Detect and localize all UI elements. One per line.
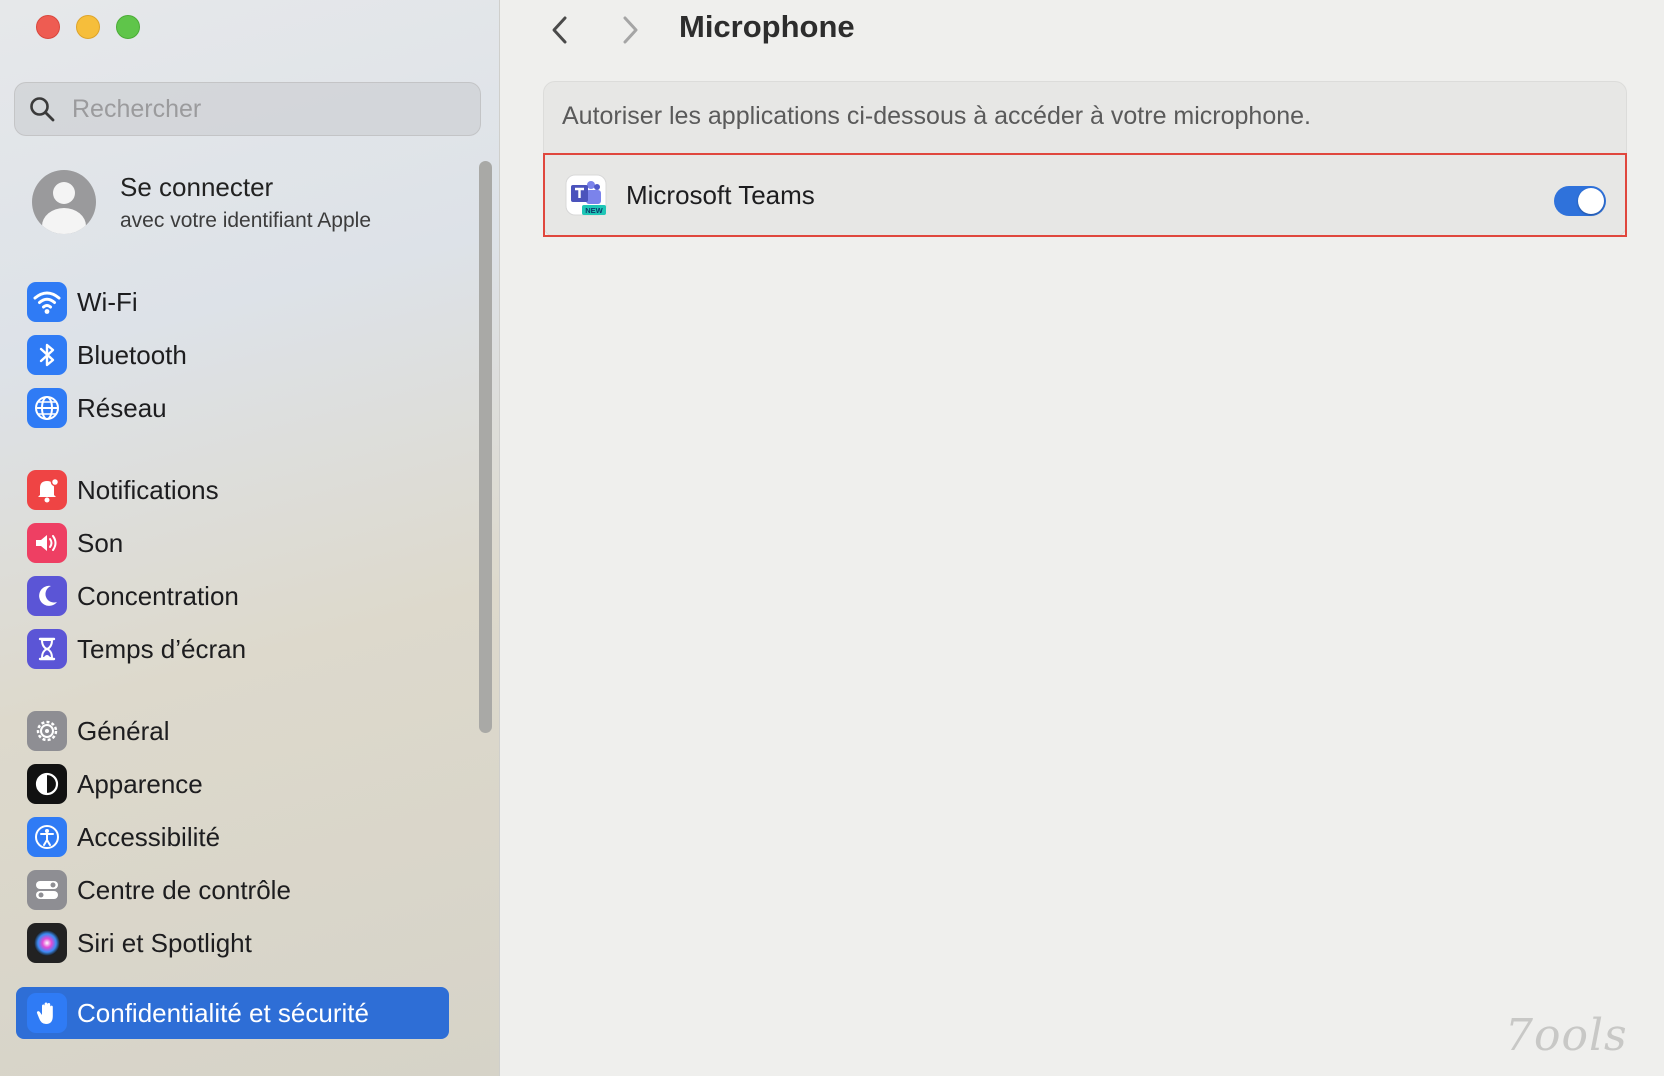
back-button[interactable]	[540, 10, 580, 50]
sidebar-item-centre-controle[interactable]: Centre de contrôle	[16, 864, 449, 916]
sidebar-item-notifications[interactable]: Notifications	[16, 464, 449, 516]
sidebar-item-label: Réseau	[77, 392, 167, 423]
siri-icon	[27, 923, 67, 963]
sidebar-item-label: Concentration	[77, 580, 239, 611]
forward-button[interactable]	[610, 10, 650, 50]
sidebar-item-apparence[interactable]: Apparence	[16, 758, 449, 810]
sidebar-scrollbar[interactable]	[479, 161, 492, 733]
sidebar-item-wifi[interactable]: Wi-Fi	[16, 276, 449, 328]
sidebar-item-son[interactable]: Son	[16, 517, 449, 569]
sidebar-item-concentration[interactable]: Concentration	[16, 570, 449, 622]
sidebar-item-reseau[interactable]: Réseau	[16, 382, 449, 434]
accessibility-icon	[27, 817, 67, 857]
account-signin[interactable]: Se connecter avec votre identifiant Appl…	[32, 170, 371, 234]
sidebar-item-accessibilite[interactable]: Accessibilité	[16, 811, 449, 863]
search-field[interactable]	[14, 82, 481, 136]
appearance-icon	[27, 764, 67, 804]
sidebar-item-label: Bluetooth	[77, 339, 187, 370]
close-button[interactable]	[36, 15, 60, 39]
minimize-button[interactable]	[76, 15, 100, 39]
account-subtitle: avec votre identifiant Apple	[120, 208, 371, 232]
search-input[interactable]	[70, 93, 454, 125]
microsoft-teams-icon: NEW	[564, 173, 608, 217]
moon-icon	[27, 576, 67, 616]
watermark-logo: 7ools	[1505, 1010, 1628, 1061]
sidebar-item-label: Son	[77, 527, 124, 558]
account-title: Se connecter	[120, 171, 274, 202]
sidebar-item-siri[interactable]: Siri et Spotlight	[16, 917, 449, 969]
control-center-icon	[27, 870, 67, 910]
zoom-button[interactable]	[116, 15, 140, 39]
sidebar-item-label: Apparence	[77, 768, 203, 799]
bluetooth-icon	[27, 335, 67, 375]
sidebar-item-label: Centre de contrôle	[77, 874, 291, 905]
sidebar: Se connecter avec votre identifiant Appl…	[0, 0, 500, 1076]
sidebar-item-label: Siri et Spotlight	[77, 927, 252, 958]
sidebar-item-bluetooth[interactable]: Bluetooth	[16, 329, 449, 381]
sidebar-item-label: Accessibilité	[77, 821, 221, 852]
sidebar-item-label: Temps d’écran	[77, 633, 247, 664]
microphone-access-toggle[interactable]	[1554, 186, 1606, 216]
chevron-left-icon	[552, 16, 567, 44]
hand-icon	[27, 993, 67, 1033]
globe-icon	[27, 388, 67, 428]
sidebar-item-label: Wi-Fi	[77, 286, 138, 317]
sidebar-item-label: Général	[77, 715, 170, 746]
app-name: Microsoft Teams	[626, 179, 815, 210]
gear-icon	[27, 711, 67, 751]
bell-icon	[27, 470, 67, 510]
avatar	[32, 170, 96, 234]
wifi-icon	[27, 282, 67, 322]
speaker-icon	[27, 523, 67, 563]
hourglass-icon	[27, 629, 67, 669]
search-icon	[30, 97, 55, 122]
sidebar-item-temps-ecran[interactable]: Temps d’écran	[16, 623, 449, 675]
window-controls	[36, 15, 140, 39]
app-row-microsoft-teams: NEW Microsoft Teams	[543, 153, 1627, 237]
sidebar-item-label: Notifications	[77, 474, 219, 505]
toolbar	[540, 8, 650, 52]
page-title: Microphone	[679, 9, 855, 44]
app-badge: NEW	[585, 206, 603, 215]
sidebar-item-confidentialite[interactable]: Confidentialité et sécurité	[16, 987, 449, 1039]
panel-description: Autoriser les applications ci-dessous à …	[562, 102, 1311, 130]
chevron-right-icon	[623, 16, 638, 44]
sidebar-item-general[interactable]: Général	[16, 705, 449, 757]
sidebar-item-label: Confidentialité et sécurité	[77, 997, 369, 1028]
